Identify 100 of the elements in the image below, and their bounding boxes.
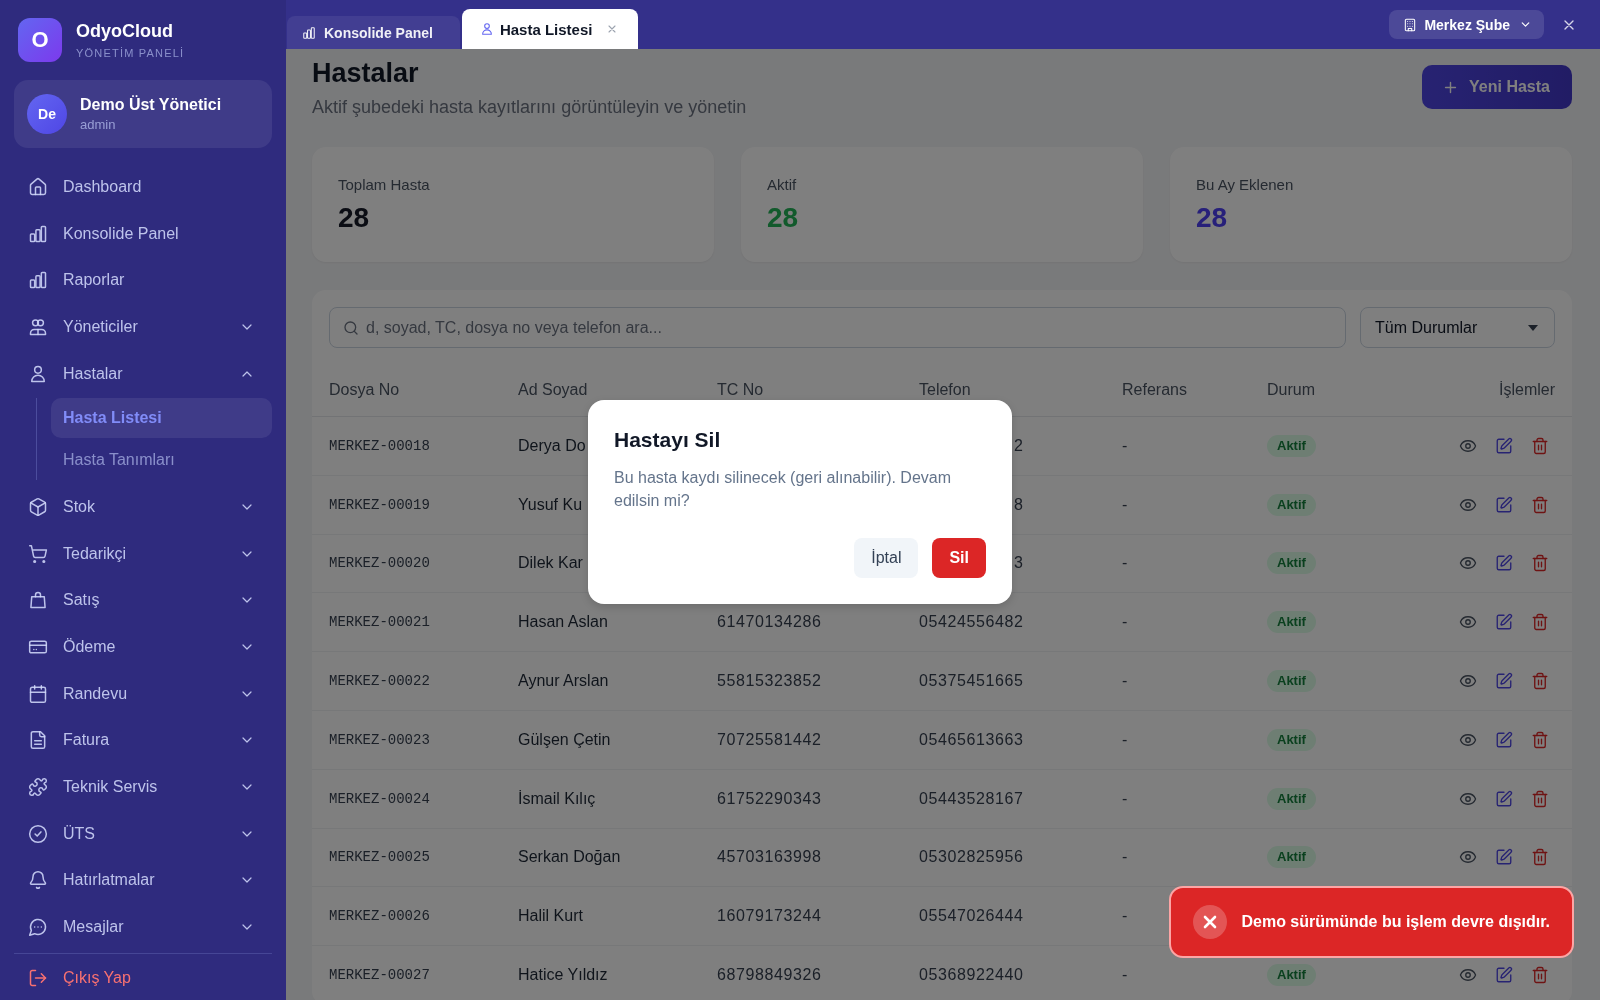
- app-tagline: YÖNETİM PANELİ: [76, 46, 185, 60]
- stat-label: Aktif: [767, 175, 797, 195]
- edit-icon[interactable]: [1495, 436, 1513, 455]
- status-badge: Aktif: [1267, 552, 1316, 575]
- status-badge: Aktif: [1267, 434, 1316, 457]
- stat-value: 28: [767, 201, 799, 235]
- card-icon: [28, 637, 48, 657]
- table-cell: 61752290343: [717, 789, 822, 808]
- nav-item[interactable]: Konsolide Panel: [14, 211, 272, 256]
- edit-icon[interactable]: [1495, 495, 1513, 514]
- user-role: admin: [80, 116, 116, 133]
- trash-icon[interactable]: [1531, 672, 1549, 691]
- delete-button[interactable]: Sil: [932, 538, 986, 578]
- table-cell: 05302825956: [919, 848, 1024, 867]
- table-cell: -: [1122, 613, 1128, 632]
- building-icon: [1403, 17, 1418, 32]
- table-cell: -: [1122, 672, 1128, 691]
- edit-icon[interactable]: [1495, 554, 1513, 573]
- bell-icon: [28, 870, 48, 891]
- page-subtitle: Aktif şubedeki hasta kayıtlarını görüntüleyin ve yönetin: [312, 96, 747, 119]
- table-cell: 61470134286: [717, 613, 822, 632]
- app-name: OdyoCloud: [76, 20, 173, 42]
- nav-item[interactable]: Teknik Servis: [14, 765, 272, 810]
- trash-icon[interactable]: [1531, 554, 1549, 573]
- nav-item[interactable]: Randevu: [14, 671, 272, 716]
- trash-icon[interactable]: [1531, 613, 1549, 632]
- nav-item[interactable]: Hatırlatmalar: [14, 858, 272, 903]
- edit-icon[interactable]: [1495, 613, 1513, 632]
- app-logo: O: [18, 18, 62, 62]
- table-cell: -: [1122, 966, 1128, 985]
- branch-selector[interactable]: Merkez Şube: [1389, 10, 1544, 39]
- nav-item[interactable]: Ödeme: [14, 625, 272, 669]
- users-icon: [28, 316, 48, 337]
- logout-link[interactable]: Çıkış Yap: [14, 956, 272, 1000]
- search-field[interactable]: d, soyad, TC, dosya no veya telefon ara...: [329, 307, 1346, 348]
- bag-icon: [28, 590, 48, 611]
- edit-icon[interactable]: [1495, 789, 1513, 808]
- nav-item[interactable]: Fatura: [14, 718, 272, 763]
- nav-item[interactable]: Mesajlar: [14, 905, 272, 950]
- stat-label: Bu Ay Eklenen: [1196, 175, 1294, 195]
- nav-item[interactable]: Tedarikçi: [14, 531, 272, 576]
- trash-icon[interactable]: [1531, 848, 1549, 867]
- table-cell: 05443528167: [919, 789, 1024, 808]
- nav-item[interactable]: Hastalar: [14, 351, 272, 396]
- table-cell: 05547026444: [919, 907, 1024, 926]
- nav-item[interactable]: Satış: [14, 578, 272, 623]
- toast-message: Demo sürümünde bu işlem devre dışıdır.: [1241, 913, 1550, 931]
- table-cell: -: [1122, 554, 1128, 573]
- table-cell: 70725581442: [717, 730, 822, 749]
- bar-chart-icon: [28, 270, 48, 291]
- table-cell: MERKEZ-00019: [329, 496, 430, 513]
- nav-item[interactable]: Yöneticiler: [14, 304, 272, 349]
- user-icon: [479, 22, 494, 36]
- nav-item[interactable]: Stok: [14, 484, 272, 529]
- table-cell: Yusuf Ku: [518, 495, 583, 514]
- nav-item[interactable]: Raporlar: [14, 258, 272, 303]
- tab[interactable]: Konsolide Panel: [287, 16, 460, 49]
- table-cell: 05424556482: [919, 613, 1024, 632]
- box-icon: [28, 496, 48, 517]
- status-select[interactable]: Tüm Durumlar: [1360, 307, 1555, 348]
- user-avatar: De: [27, 93, 67, 134]
- column-header: Dosya No: [329, 381, 400, 399]
- user-icon: [28, 363, 48, 384]
- tab[interactable]: Hasta Listesi: [461, 9, 639, 49]
- nav-item[interactable]: Dashboard: [14, 164, 272, 209]
- edit-icon[interactable]: [1495, 966, 1513, 985]
- nav-item[interactable]: ÜTS: [14, 811, 272, 856]
- table-cell: 45703163998: [717, 848, 822, 867]
- trash-icon[interactable]: [1531, 495, 1549, 514]
- status-badge: Aktif: [1267, 611, 1316, 634]
- trash-icon[interactable]: [1531, 730, 1549, 749]
- edit-icon[interactable]: [1495, 848, 1513, 867]
- table-cell: 68798849326: [717, 966, 822, 985]
- table-cell: -: [1122, 495, 1128, 514]
- table-cell: Dilek Kar: [518, 554, 583, 573]
- edit-icon[interactable]: [1495, 730, 1513, 749]
- table-cell: Serkan Doğan: [518, 848, 621, 867]
- page-title: Hastalar: [312, 57, 419, 89]
- table-cell: 05465613663: [919, 730, 1024, 749]
- new-patient-button[interactable]: Yeni Hasta: [1422, 65, 1572, 109]
- nav-subitem[interactable]: Hasta Tanımları: [51, 440, 272, 481]
- status-badge: Aktif: [1267, 493, 1316, 516]
- table-cell: Hatice Yıldız: [518, 966, 608, 985]
- table-cell: Aynur Arslan: [518, 672, 609, 691]
- stat-label: Toplam Hasta: [338, 175, 430, 195]
- trash-icon[interactable]: [1531, 966, 1549, 985]
- table-cell: MERKEZ-00023: [329, 731, 430, 748]
- chat-icon: [28, 917, 48, 938]
- stat-value: 28: [1196, 201, 1228, 235]
- table-cell: 05375451665: [919, 672, 1024, 691]
- table-cell: MERKEZ-00027: [329, 967, 430, 984]
- trash-icon[interactable]: [1531, 789, 1549, 808]
- cancel-button[interactable]: İptal: [854, 538, 919, 578]
- edit-icon[interactable]: [1495, 672, 1513, 691]
- trash-icon[interactable]: [1531, 436, 1549, 455]
- table-cell: MERKEZ-00024: [329, 790, 430, 807]
- table-cell: 2: [1013, 436, 1024, 455]
- table-cell: Hasan Aslan: [518, 613, 608, 632]
- status-badge: Aktif: [1267, 964, 1316, 987]
- table-cell: MERKEZ-00018: [329, 437, 430, 454]
